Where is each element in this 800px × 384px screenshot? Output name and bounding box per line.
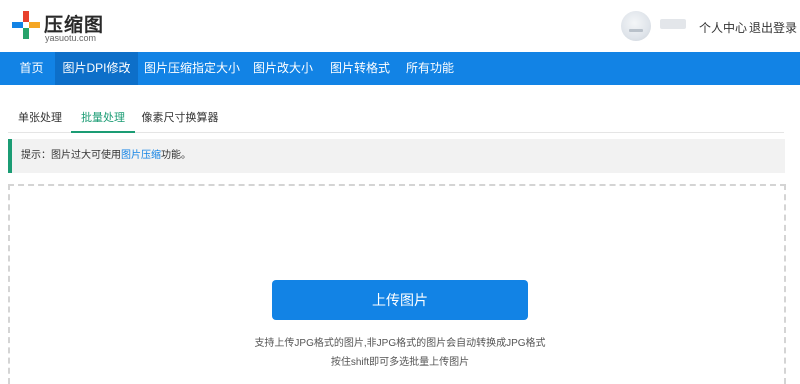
tab-pixel-converter[interactable]: 像素尺寸换算器 [140,107,220,132]
nav-item-convert[interactable]: 图片转格式 [325,52,395,85]
tab-single[interactable]: 单张处理 [12,107,68,132]
personal-center-link[interactable]: 个人中心 [699,19,747,36]
nav-item-dpi[interactable]: 图片DPI修改 [55,52,138,85]
tip-banner: 提示：图片过大可使用图片压缩功能。 [8,139,785,173]
username-redacted [660,19,686,29]
header: 压缩图 yasuotu.com 个人中心 退出登录 [0,0,800,52]
upload-batch-hint: 按住shift即可多选批量上传图片 [330,357,470,368]
logo-domain: yasuotu.com [45,33,97,43]
main-nav: 首页 图片DPI修改 图片压缩指定大小 图片改大小 图片转格式 所有功能 [0,52,800,85]
site-logo[interactable]: 压缩图 yasuotu.com [12,9,107,43]
nav-item-all[interactable]: 所有功能 [402,52,458,85]
logout-link[interactable]: 退出登录 [749,19,797,36]
nav-item-compress-size[interactable]: 图片压缩指定大小 [142,52,242,85]
tip-text: 提示：图片过大可使用 [21,150,121,161]
tip-compress-link[interactable]: 图片压缩 [121,150,161,161]
upload-format-hint: 支持上传JPG格式的图片,非JPG格式的图片会自动转换成JPG格式 [254,338,546,349]
nav-item-resize[interactable]: 图片改大小 [248,52,318,85]
avatar[interactable] [621,11,651,41]
tab-batch[interactable]: 批量处理 [71,107,135,133]
nav-item-home[interactable]: 首页 [8,52,55,85]
process-tabs: 单张处理 批量处理 像素尺寸换算器 [8,107,784,133]
upload-button[interactable]: 上传图片 [272,280,528,320]
tip-suffix: 功能。 [161,150,191,161]
logo-cross-icon [12,11,40,39]
